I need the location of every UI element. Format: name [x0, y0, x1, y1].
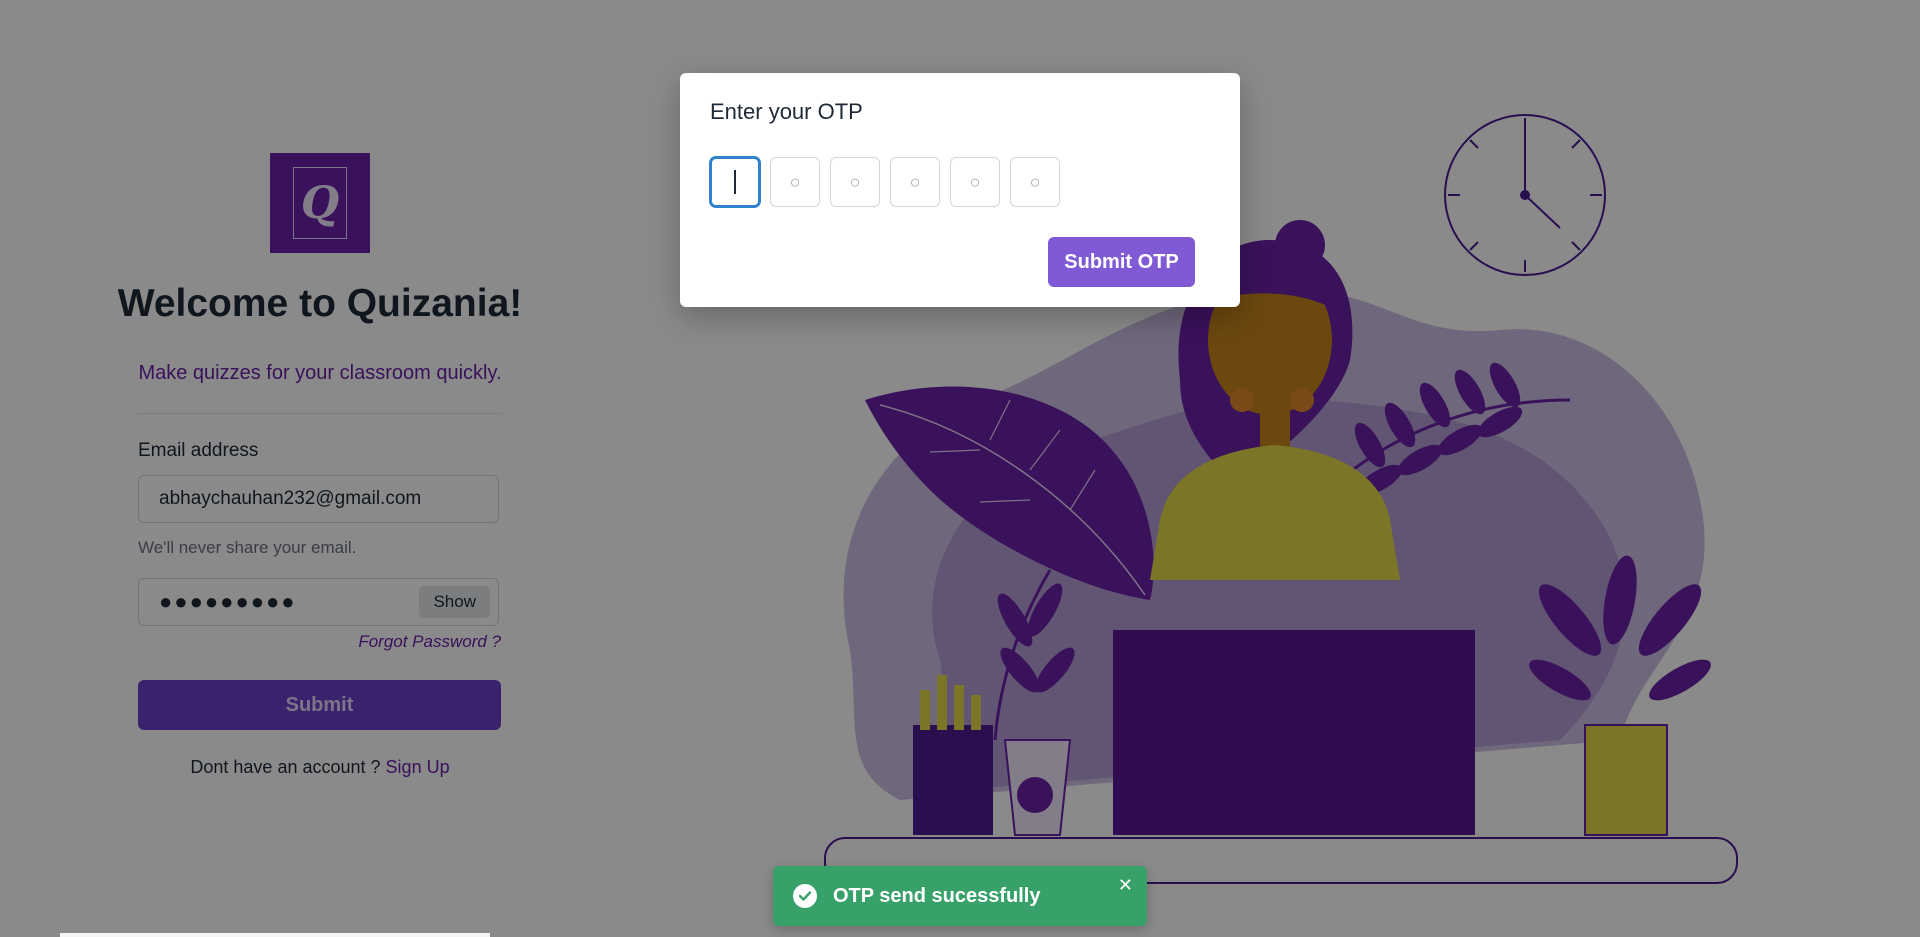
otp-input-group: ○ ○ ○ ○ ○ [710, 157, 1060, 207]
otp-input-5[interactable]: ○ [950, 157, 1000, 207]
otp-input-2[interactable]: ○ [770, 157, 820, 207]
toast-message: OTP send sucessfully [833, 884, 1041, 907]
scroll-indicator [60, 933, 490, 937]
otp-input-6[interactable]: ○ [1010, 157, 1060, 207]
modal-title: Enter your OTP [710, 99, 863, 124]
submit-otp-button[interactable]: Submit OTP [1048, 237, 1195, 287]
check-circle-icon [793, 884, 817, 908]
otp-input-4[interactable]: ○ [890, 157, 940, 207]
otp-input-3[interactable]: ○ [830, 157, 880, 207]
otp-modal: Enter your OTP ○ ○ ○ ○ ○ Submit OTP [680, 73, 1240, 307]
success-toast: OTP send sucessfully ✕ [773, 866, 1147, 926]
text-caret [734, 170, 736, 194]
close-icon[interactable]: ✕ [1118, 876, 1133, 894]
otp-input-1[interactable] [710, 157, 760, 207]
